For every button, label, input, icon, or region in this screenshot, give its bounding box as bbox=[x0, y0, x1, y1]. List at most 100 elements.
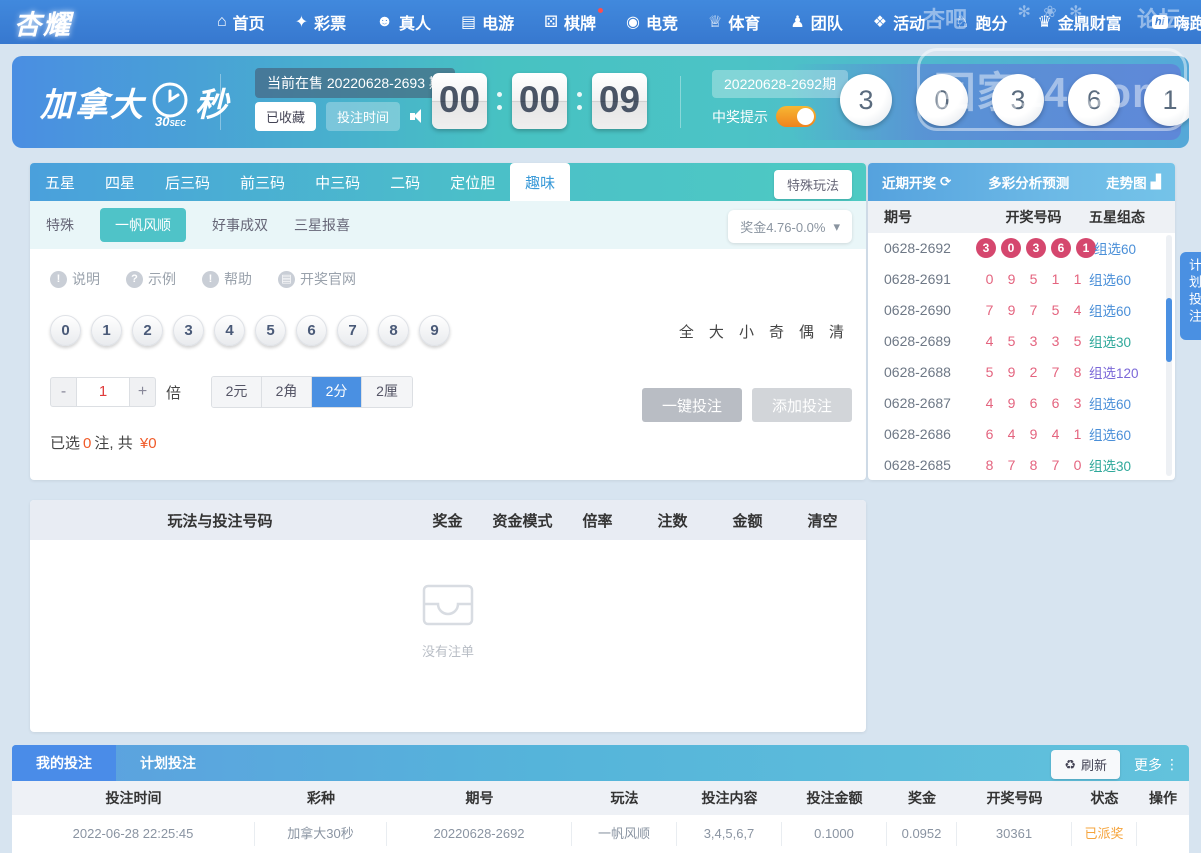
combo-link[interactable]: 组选60 bbox=[1089, 393, 1175, 413]
tab-housanma[interactable]: 后三码 bbox=[150, 163, 225, 201]
combo-link[interactable]: 组选60 bbox=[1089, 300, 1175, 320]
countdown-timer: 00 00 09 bbox=[432, 73, 647, 129]
tab-qiansanma[interactable]: 前三码 bbox=[225, 163, 300, 201]
special-play-button[interactable]: 特殊玩法 bbox=[773, 170, 852, 199]
combo-link[interactable]: 组选60 bbox=[1089, 424, 1175, 444]
subtab-teshu[interactable]: 特殊 bbox=[46, 215, 74, 235]
pick-number-6[interactable]: 6 bbox=[296, 315, 327, 346]
nav-item-activity[interactable]: ❖ 活动 bbox=[873, 10, 925, 34]
nav-item-lottery[interactable]: ✦ 彩票 bbox=[295, 10, 346, 34]
bet-time-button[interactable]: 投注时间 bbox=[326, 102, 401, 131]
multiplier-minus-button[interactable]: - bbox=[50, 377, 77, 407]
pick-number-5[interactable]: 5 bbox=[255, 315, 286, 346]
multiplier-plus-button[interactable]: + bbox=[129, 377, 156, 407]
help-link[interactable]: ! 帮助 bbox=[202, 269, 252, 289]
select-odd-link[interactable]: 奇 bbox=[769, 321, 784, 342]
add-bet-button[interactable]: 添加投注 bbox=[752, 388, 852, 422]
my-bets-section: 我的投注 计划投注 ♻ 刷新 更多 ⋮ 投注时间 彩种 期号 玩法 投注内容 投注金… bbox=[12, 745, 1189, 853]
subtab-sanxingbaoxi[interactable]: 三星报喜 bbox=[294, 215, 350, 235]
draw-ball: 6 bbox=[1051, 238, 1071, 259]
plan-bet-float-tab[interactable]: 计划投注 bbox=[1180, 252, 1201, 340]
tab-quwei[interactable]: 趣味 bbox=[510, 163, 571, 201]
pick-number-2[interactable]: 2 bbox=[132, 315, 163, 346]
select-big-link[interactable]: 大 bbox=[709, 321, 724, 342]
subtab-haoshichengshuang[interactable]: 好事成双 bbox=[212, 215, 268, 235]
refresh-button[interactable]: ♻ 刷新 bbox=[1051, 750, 1120, 779]
boardgames-icon: ⚄ bbox=[544, 14, 559, 31]
select-all-link[interactable]: 全 bbox=[679, 321, 694, 342]
result-ball: 3 bbox=[992, 74, 1044, 126]
unit-fen[interactable]: 2分 bbox=[312, 377, 363, 407]
tab-zhongsanma[interactable]: 中三码 bbox=[300, 163, 375, 201]
combo-link[interactable]: 组选30 bbox=[1089, 455, 1175, 475]
nav-item-egames[interactable]: ▤ 电游 bbox=[461, 10, 514, 34]
combo-link[interactable]: 组选120 bbox=[1089, 362, 1175, 382]
site-logo[interactable]: 杏耀 bbox=[14, 3, 72, 42]
nav-item-live[interactable]: ☻ 真人 bbox=[376, 10, 431, 34]
draw-number-cell: 30361 bbox=[957, 822, 1072, 846]
combo-link[interactable]: 组选60 bbox=[1089, 269, 1175, 289]
tab-erma[interactable]: 二码 bbox=[375, 163, 435, 201]
live-person-icon: ☻ bbox=[376, 13, 393, 30]
more-button[interactable]: 更多 ⋮ bbox=[1134, 755, 1179, 775]
combo-link[interactable]: 组选30 bbox=[1089, 331, 1175, 351]
pick-number-7[interactable]: 7 bbox=[337, 315, 368, 346]
nav-item-haipaofen[interactable]: hi嗨跑分 bbox=[1151, 10, 1201, 34]
nav-item-jinding[interactable]: ♛ 金鼎财富 bbox=[1037, 10, 1121, 34]
nav-item-boardgames[interactable]: ⚄ 棋牌 bbox=[544, 8, 603, 34]
multiplier-label: 倍 bbox=[166, 384, 182, 402]
clear-link[interactable]: 清 bbox=[829, 321, 844, 342]
nav-item-esports[interactable]: ◉ 电竞 bbox=[626, 10, 678, 34]
example-link[interactable]: ? 示例 bbox=[126, 269, 176, 289]
pick-number-4[interactable]: 4 bbox=[214, 315, 245, 346]
select-small-link[interactable]: 小 bbox=[739, 321, 754, 342]
result-row: 0628-2690 79754 组选60 bbox=[868, 295, 1175, 326]
official-site-link[interactable]: ▤ 开奖官网 bbox=[278, 269, 356, 289]
subtab-yifanfengshun[interactable]: 一帆风顺 bbox=[100, 208, 186, 242]
analysis-tab[interactable]: 多彩分析预测 bbox=[988, 172, 1069, 192]
unit-li[interactable]: 2厘 bbox=[362, 377, 413, 407]
content-cell: 3,4,5,6,7 bbox=[677, 822, 782, 846]
multiplier-input[interactable]: 1 bbox=[77, 377, 129, 407]
pick-number-8[interactable]: 8 bbox=[378, 315, 409, 346]
action-cell bbox=[1137, 822, 1189, 846]
result-ball: 6 bbox=[1068, 74, 1120, 126]
recent-draws-tab[interactable]: 近期开奖 ⟳ bbox=[882, 172, 951, 192]
countdown-hours: 00 bbox=[432, 73, 487, 129]
pick-number-3[interactable]: 3 bbox=[173, 315, 204, 346]
select-even-link[interactable]: 偶 bbox=[799, 321, 814, 342]
instructions-link[interactable]: ! 说明 bbox=[50, 269, 100, 289]
favorited-button[interactable]: 已收藏 bbox=[255, 102, 317, 131]
clear-all-column[interactable]: 清空 bbox=[785, 510, 860, 531]
nav-item-team[interactable]: ♟ 团队 bbox=[790, 10, 842, 34]
tab-wuxing[interactable]: 五星 bbox=[30, 163, 90, 201]
quick-bet-button[interactable]: 一键投注 bbox=[642, 388, 742, 422]
tab-sixing[interactable]: 四星 bbox=[90, 163, 150, 201]
info-links: ! 说明 ? 示例 ! 帮助 ▤ 开奖官网 bbox=[50, 269, 846, 289]
bonus-dropdown[interactable]: 奖金4.76-0.0% ▾ bbox=[728, 210, 852, 243]
status-badge: 已派奖 bbox=[1072, 822, 1137, 846]
bet-slip-header: 玩法与投注号码 奖金 资金模式 倍率 注数 金额 清空 bbox=[30, 500, 866, 540]
trend-chart-tab[interactable]: 走势图 ▟ bbox=[1106, 172, 1161, 192]
nav-item-sports[interactable]: ♕ 体育 bbox=[708, 10, 760, 34]
tab-dingweidan[interactable]: 定位胆 bbox=[435, 163, 510, 201]
nav-item-paofen[interactable]: ♘ 跑分 bbox=[955, 10, 1007, 34]
number-picker: 0 1 2 3 4 5 6 7 8 9 全 大 小 奇 偶 清 bbox=[50, 315, 846, 346]
pick-number-9[interactable]: 9 bbox=[419, 315, 450, 346]
clock-30sec-icon: 30SEC bbox=[147, 79, 193, 129]
esports-icon: ◉ bbox=[626, 14, 640, 31]
play-cell: 一帆风顺 bbox=[572, 822, 677, 846]
unit-jiao[interactable]: 2角 bbox=[262, 377, 313, 407]
result-ball: 3 bbox=[840, 74, 892, 126]
bets-table-header: 投注时间 彩种 期号 玩法 投注内容 投注金额 奖金 开奖号码 状态 操作 bbox=[12, 781, 1189, 815]
tab-plan-bets[interactable]: 计划投注 bbox=[116, 745, 220, 781]
nav-item-home[interactable]: ⌂ 首页 bbox=[217, 10, 265, 34]
scrollbar-thumb[interactable] bbox=[1166, 298, 1172, 362]
pick-number-0[interactable]: 0 bbox=[50, 315, 81, 346]
speaker-icon[interactable] bbox=[410, 109, 427, 124]
pick-number-1[interactable]: 1 bbox=[91, 315, 122, 346]
unit-yuan[interactable]: 2元 bbox=[212, 377, 263, 407]
bet-record-row: 2022-06-28 22:25:45 加拿大30秒 20220628-2692… bbox=[12, 815, 1189, 853]
win-tip-toggle[interactable] bbox=[776, 106, 816, 127]
tab-my-bets[interactable]: 我的投注 bbox=[12, 745, 116, 781]
